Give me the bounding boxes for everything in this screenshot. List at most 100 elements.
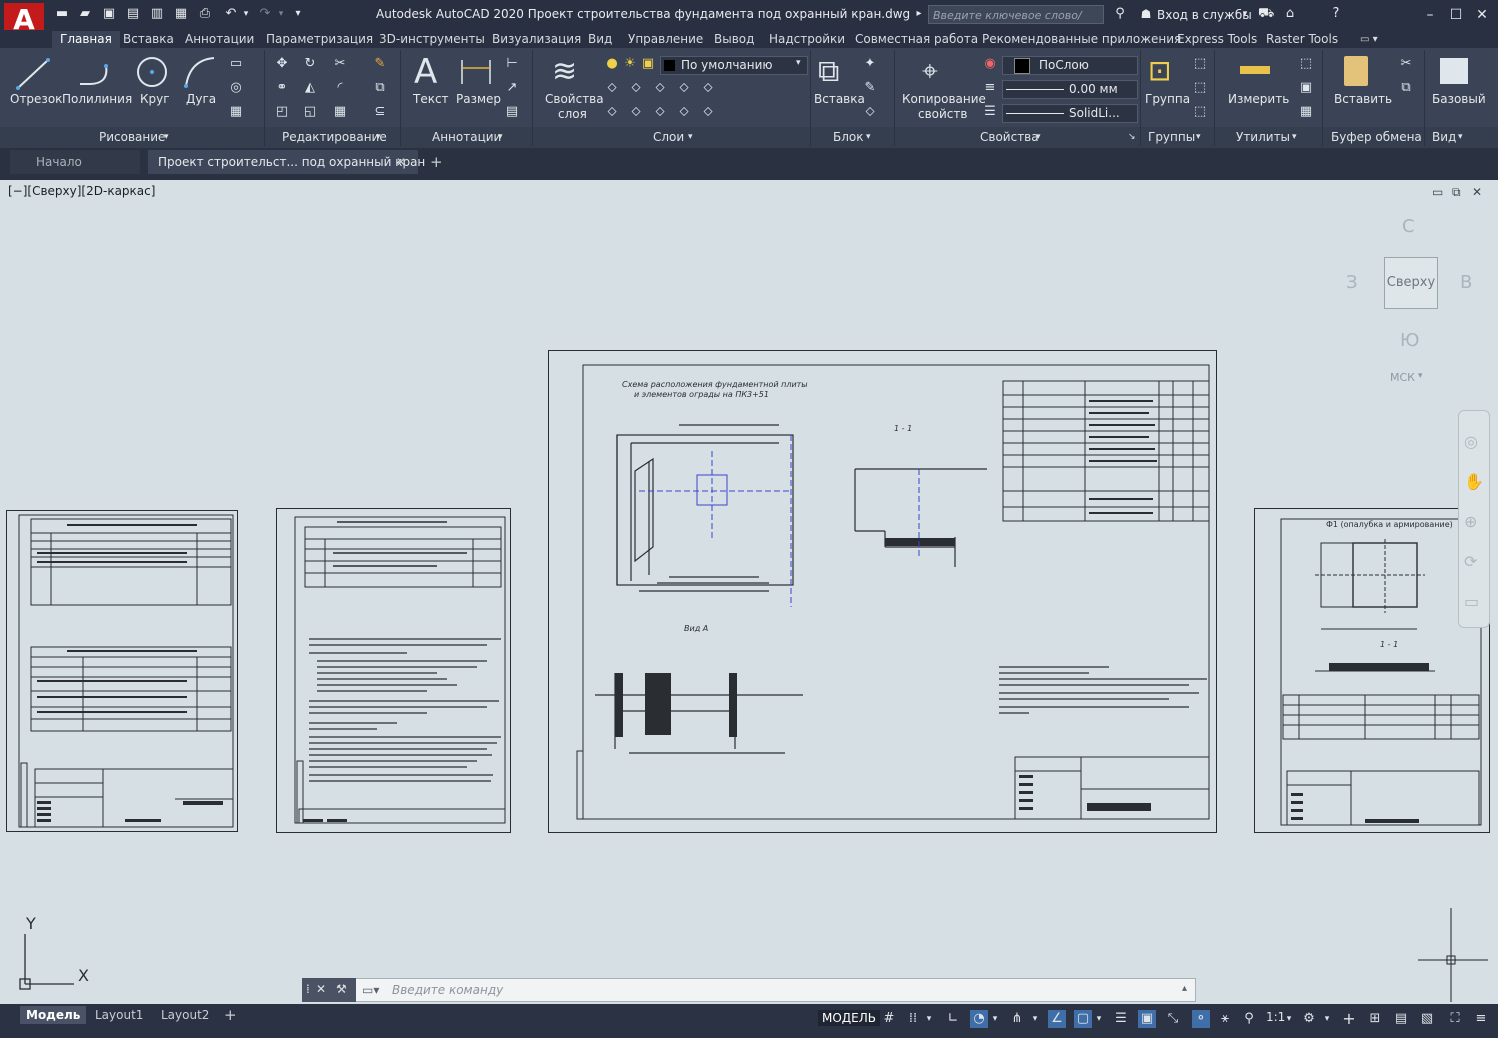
table-icon[interactable]: ▤ bbox=[504, 104, 520, 120]
properties-panel-expand-icon[interactable]: ▾ bbox=[1036, 132, 1041, 142]
draw-panel-expand-icon[interactable]: ▾ bbox=[164, 132, 169, 142]
workspace-gear-icon[interactable]: ⚙ bbox=[1300, 1010, 1318, 1028]
tab-annotate[interactable]: Аннотации bbox=[185, 31, 254, 48]
save-as-icon[interactable]: ▤ bbox=[125, 6, 141, 22]
annotation-monitor-icon[interactable]: + bbox=[1340, 1010, 1358, 1028]
viewcube-west[interactable]: З bbox=[1346, 272, 1358, 293]
linetype-icon[interactable]: ☰ bbox=[982, 104, 998, 120]
layer-properties-label-2[interactable]: слоя bbox=[558, 107, 587, 121]
layers-panel-expand-icon[interactable]: ▾ bbox=[688, 132, 693, 142]
hatch-icon[interactable]: ◎ bbox=[228, 80, 244, 96]
ucs-dropdown-icon[interactable]: ▾ bbox=[1418, 371, 1423, 381]
tab-parametric[interactable]: Параметризация bbox=[266, 31, 373, 48]
layer-on-icon[interactable]: ● bbox=[604, 56, 620, 72]
rotate-icon[interactable]: ↻ bbox=[302, 56, 318, 72]
polyline-tool-label[interactable]: Полилиния bbox=[62, 92, 132, 106]
tab-home[interactable]: Главная bbox=[52, 31, 120, 48]
erase-icon[interactable]: ✎ bbox=[372, 56, 388, 72]
steering-wheel-icon[interactable]: ◎ bbox=[1464, 432, 1478, 451]
tab-manage[interactable]: Управление bbox=[628, 31, 703, 48]
modify-panel-expand-icon[interactable]: ▾ bbox=[376, 132, 381, 142]
viewcube-north[interactable]: С bbox=[1402, 216, 1415, 237]
layer-previous-icon[interactable]: ⬦ bbox=[628, 80, 644, 96]
model-space-toggle[interactable]: МОДЕЛЬ bbox=[818, 1010, 881, 1026]
layer-make-current-icon[interactable]: ⬦ bbox=[700, 80, 716, 96]
text-tool-label[interactable]: Текст bbox=[413, 92, 449, 106]
add-layout-icon[interactable]: + bbox=[224, 1006, 237, 1024]
ribbon-minimize-icon[interactable]: ▭ ▾ bbox=[1360, 31, 1378, 48]
copy-clip-icon[interactable]: ⧉ bbox=[1398, 80, 1414, 96]
object-snap-dropdown-icon[interactable]: ▾ bbox=[1094, 1010, 1104, 1028]
minimize-icon[interactable]: – bbox=[1420, 5, 1440, 25]
snap-icon[interactable]: ⁞⁞ bbox=[904, 1010, 922, 1028]
edit-block-icon[interactable]: ✎ bbox=[862, 80, 878, 96]
view-panel-title[interactable]: Вид bbox=[1432, 130, 1456, 144]
layer-properties-icon[interactable]: ≋ bbox=[552, 54, 577, 89]
lineweight-display-icon[interactable]: ☰ bbox=[1112, 1010, 1130, 1028]
color-wheel-icon[interactable]: ◉ bbox=[982, 56, 998, 72]
viewport-close-icon[interactable]: ✕ bbox=[1472, 185, 1482, 199]
insert-block-icon[interactable]: ⧉ bbox=[818, 54, 839, 89]
sign-in-button[interactable]: Вход в службы bbox=[1157, 8, 1252, 22]
annotation-scale-value[interactable]: 1:1 bbox=[1266, 1010, 1285, 1024]
autodesk-a360-icon[interactable]: ⌂ bbox=[1282, 6, 1298, 22]
clipboard-panel-title[interactable]: Буфер обмена bbox=[1331, 130, 1422, 144]
auto-scale-icon[interactable]: ⚹ bbox=[1216, 1010, 1234, 1028]
grid-icon[interactable]: # bbox=[880, 1010, 898, 1028]
new-file-icon[interactable]: ▬ bbox=[54, 6, 70, 22]
layer-dropdown-value[interactable]: По умолчанию bbox=[660, 56, 808, 75]
tab-layout1[interactable]: Layout1 bbox=[95, 1006, 143, 1024]
tab-visualize[interactable]: Визуализация bbox=[492, 31, 581, 48]
zoom-extents-icon[interactable]: ⊕ bbox=[1464, 512, 1477, 531]
fillet-icon[interactable]: ◜ bbox=[332, 80, 348, 96]
command-history-icon[interactable]: ▴ bbox=[1182, 983, 1187, 994]
tab-current-drawing[interactable]: Проект строительст... под охранный кран bbox=[148, 150, 425, 174]
recent-commands-icon[interactable]: ▭▾ bbox=[362, 983, 379, 997]
isometric-dropdown-icon[interactable]: ▾ bbox=[1030, 1010, 1040, 1028]
scale-dropdown-icon[interactable]: ▾ bbox=[1284, 1010, 1294, 1028]
tab-layout2[interactable]: Layout2 bbox=[161, 1006, 209, 1024]
group-select-icon[interactable]: ⬚ bbox=[1192, 104, 1208, 120]
viewcube-east[interactable]: В bbox=[1460, 272, 1472, 293]
block-attributes-icon[interactable]: ⬦ bbox=[862, 104, 878, 120]
match-properties-label-2[interactable]: свойств bbox=[918, 107, 967, 121]
polar-dropdown-icon[interactable]: ▾ bbox=[990, 1010, 1000, 1028]
linear-dim-icon[interactable]: ⊢ bbox=[504, 56, 520, 72]
line-icon[interactable] bbox=[14, 54, 54, 94]
modify-panel-title[interactable]: Редактирование bbox=[282, 130, 387, 144]
utilities-panel-title[interactable]: Утилиты bbox=[1236, 130, 1290, 144]
close-tab-icon[interactable]: ✕ bbox=[396, 150, 406, 174]
line-tool-label[interactable]: Отрезок bbox=[10, 92, 62, 106]
quick-properties-icon[interactable]: ▤ bbox=[1392, 1010, 1410, 1028]
select-all-icon[interactable]: ▣ bbox=[1298, 80, 1314, 96]
ortho-icon[interactable]: ∟ bbox=[944, 1010, 962, 1028]
units-icon[interactable]: ⊞ bbox=[1366, 1010, 1384, 1028]
command-customize-icon[interactable]: ⚒ bbox=[336, 982, 347, 996]
undo-dropdown-icon[interactable]: ▾ bbox=[241, 6, 251, 22]
group-icon[interactable]: ⊡ bbox=[1148, 54, 1171, 87]
quick-select-icon[interactable]: ⬚ bbox=[1298, 56, 1314, 72]
sign-in-dropdown-icon[interactable]: ▾ bbox=[1240, 6, 1250, 22]
annotation-panel-expand-icon[interactable]: ▾ bbox=[498, 132, 503, 142]
tab-3d-tools[interactable]: 3D-инструменты bbox=[379, 31, 485, 48]
arc-icon[interactable] bbox=[182, 54, 220, 92]
object-snap-icon[interactable]: ▢ bbox=[1074, 1010, 1092, 1028]
layer-unlock-icon[interactable]: ⬦ bbox=[676, 104, 692, 120]
base-view-icon[interactable] bbox=[1440, 58, 1468, 84]
tab-model[interactable]: Модель bbox=[20, 1006, 87, 1024]
tab-collaborate[interactable]: Совместная работа bbox=[855, 31, 978, 48]
arc-tool-label[interactable]: Дуга bbox=[186, 92, 216, 106]
layer-dropdown-arrow-icon[interactable]: ▾ bbox=[796, 58, 801, 68]
annotation-panel-title[interactable]: Аннотации bbox=[432, 130, 501, 144]
customize-status-icon[interactable]: ≡ bbox=[1472, 1010, 1490, 1028]
copy-icon[interactable]: ⚭ bbox=[274, 80, 290, 96]
rectangle-icon[interactable]: ▭ bbox=[228, 56, 244, 72]
paste-icon[interactable] bbox=[1344, 56, 1368, 86]
layer-copy-icon[interactable]: ⬦ bbox=[700, 104, 716, 120]
open-web-icon[interactable]: ▥ bbox=[149, 6, 165, 22]
layer-freeze-icon[interactable]: ☀ bbox=[622, 56, 638, 72]
search-expand-icon[interactable]: ▸ bbox=[914, 6, 924, 22]
tab-addins[interactable]: Надстройки bbox=[769, 31, 845, 48]
transparency-icon[interactable]: ▣ bbox=[1138, 1010, 1156, 1028]
block-panel-expand-icon[interactable]: ▾ bbox=[866, 132, 871, 142]
